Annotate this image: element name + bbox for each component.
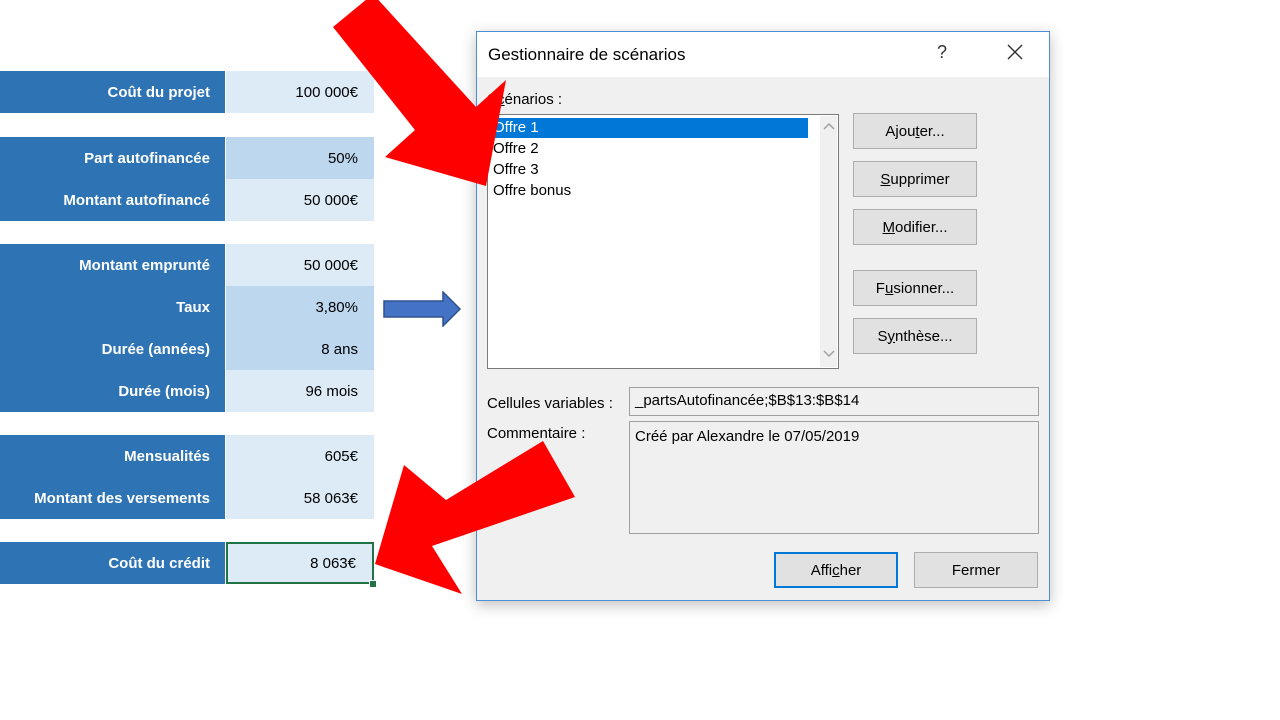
red-arrow-icon <box>333 0 506 186</box>
red-arrow-icon <box>375 441 575 594</box>
red-arrows-overlay <box>333 0 575 594</box>
